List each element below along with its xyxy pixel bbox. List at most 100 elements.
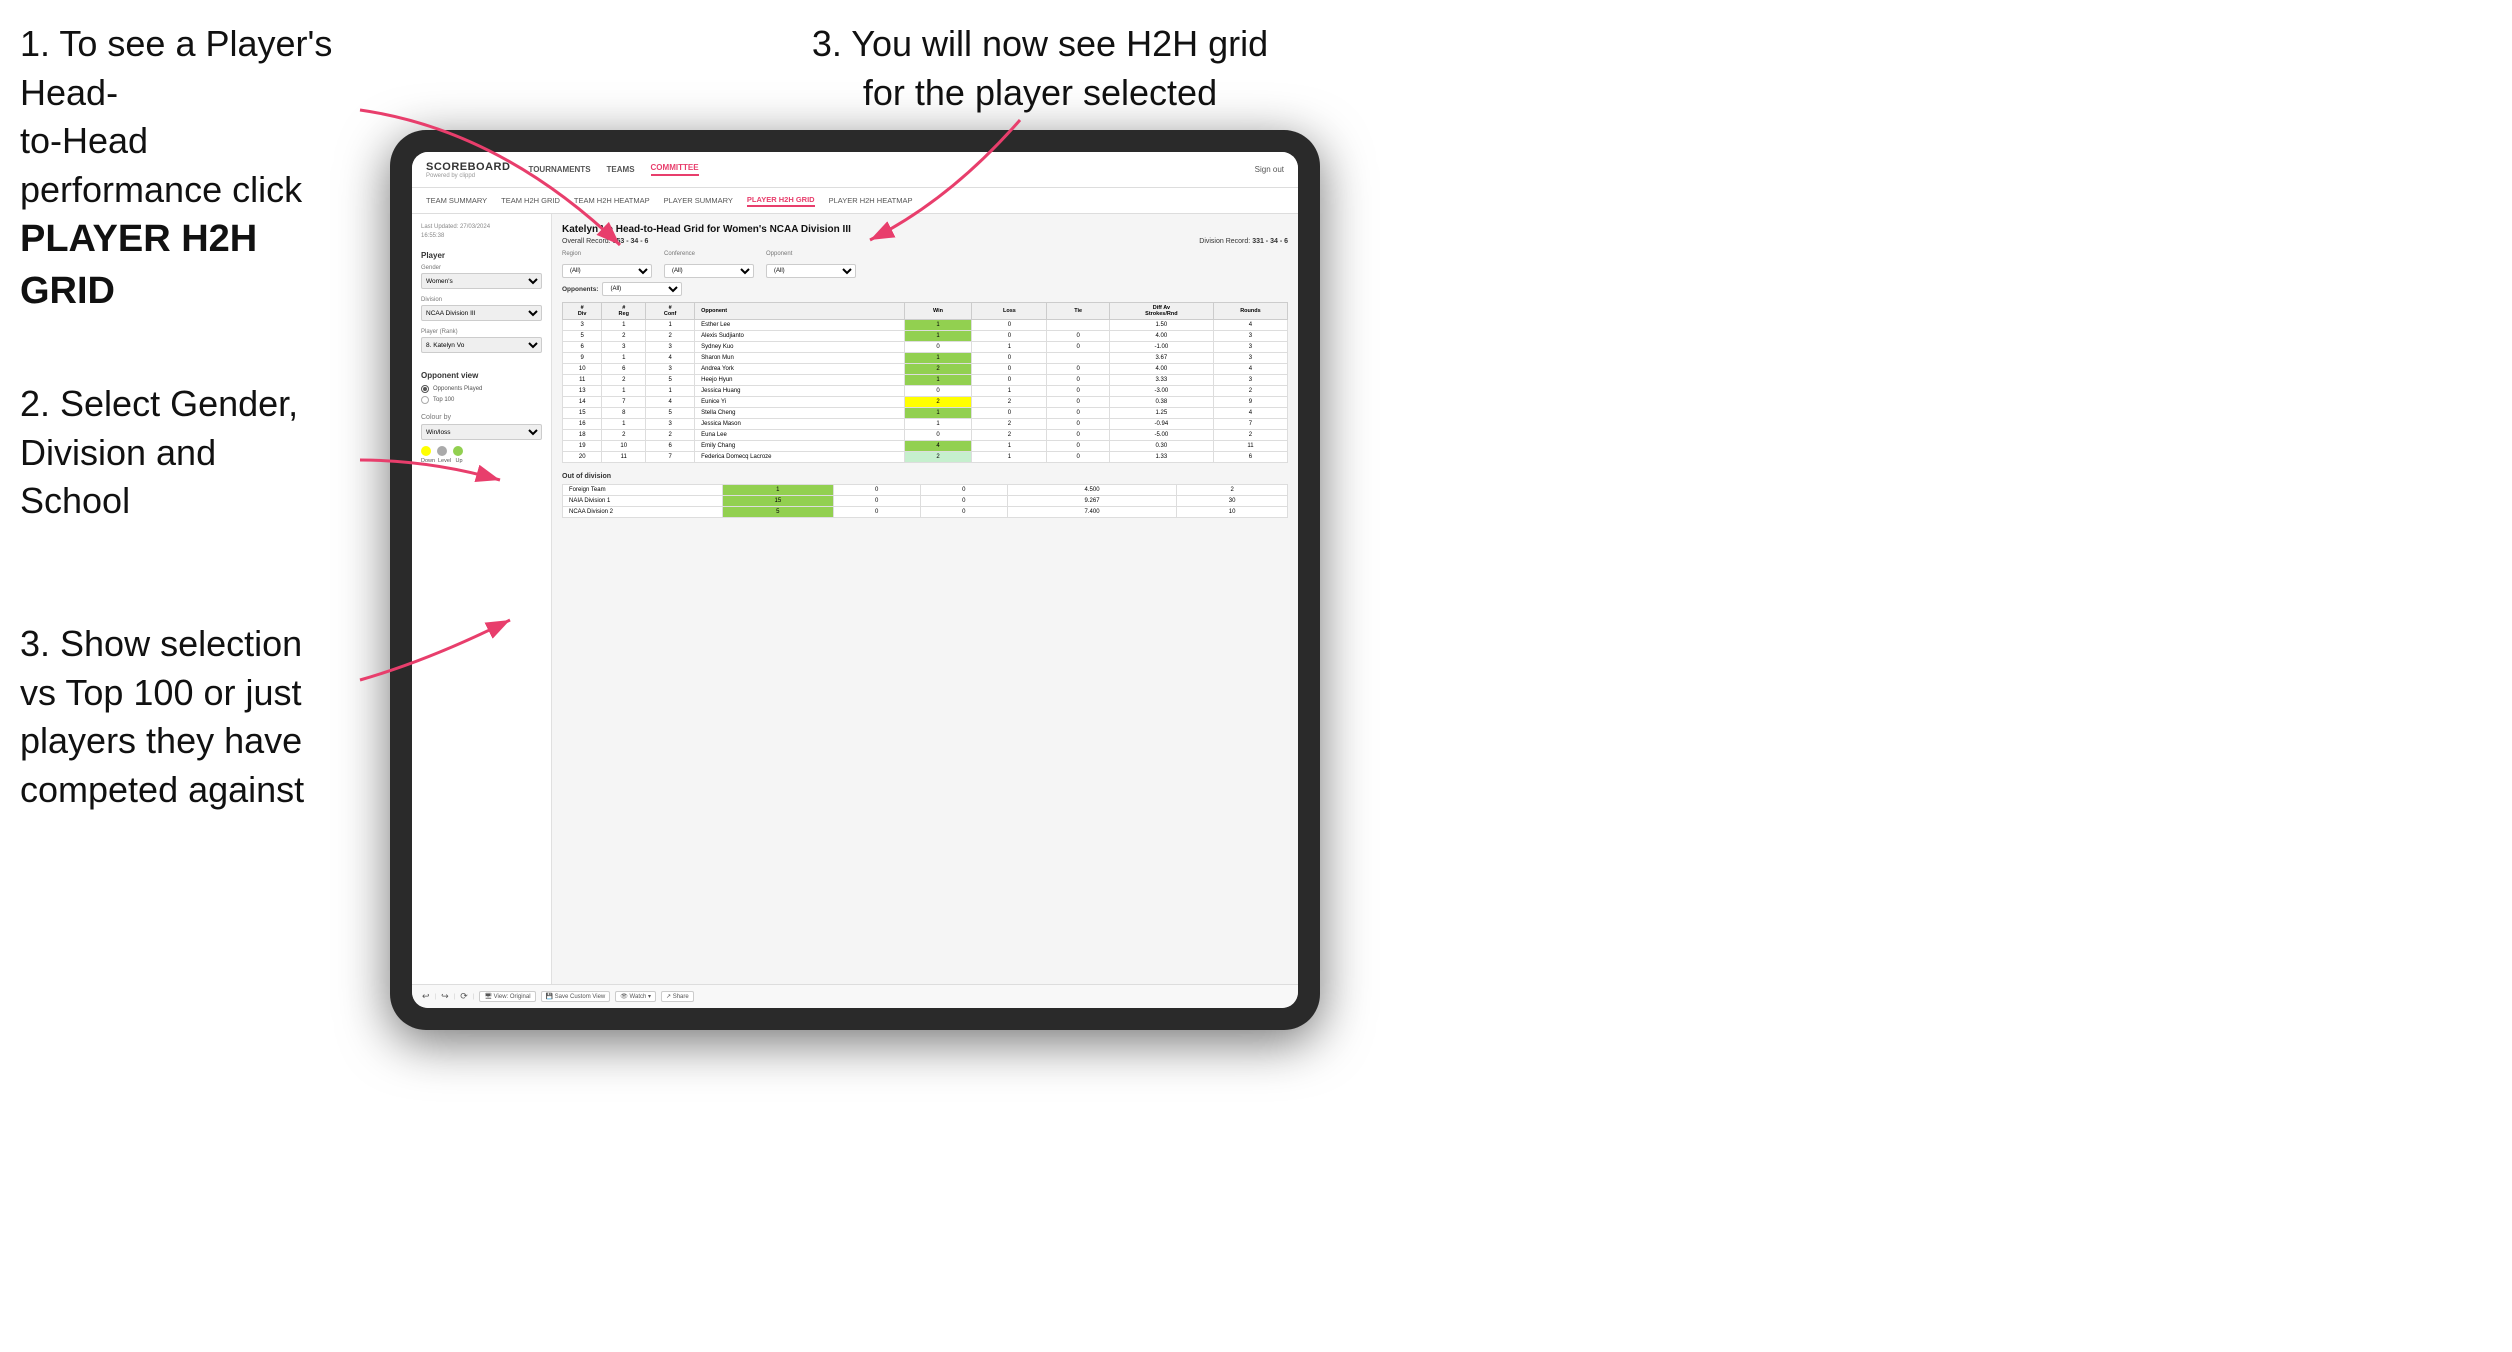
- filter-conference-label: Conference: [664, 251, 754, 257]
- grid-title: Katelyn Vo Head-to-Head Grid for Women's…: [562, 224, 1288, 235]
- th-diff: Diff AvStrokes/Rnd: [1109, 303, 1213, 320]
- nav-tournaments[interactable]: TOURNAMENTS: [528, 165, 590, 174]
- separator3: |: [473, 994, 475, 1000]
- table-row: 13 1 1 Jessica Huang 0 1 0 -3.00 2: [563, 386, 1288, 397]
- player-rank-label: Player (Rank): [421, 329, 542, 335]
- sub-nav-team-h2h-heatmap[interactable]: TEAM H2H HEATMAP: [574, 196, 650, 205]
- filter-opponent-label: Opponent: [766, 251, 856, 257]
- main-panel: Katelyn Vo Head-to-Head Grid for Women's…: [552, 214, 1298, 984]
- content-area: Last Updated: 27/03/202416:55:38 Player …: [412, 214, 1298, 984]
- legend-down-label: Down: [421, 458, 431, 464]
- logo-text: SCOREBOARD: [426, 161, 510, 173]
- table-row: 18 2 2 Euna Lee 0 2 0 -5.00 2: [563, 430, 1288, 441]
- radio-top100[interactable]: Top 100: [421, 396, 542, 404]
- instruction-step3b: 3. Show selection vs Top 100 or just pla…: [20, 620, 340, 814]
- reset-btn[interactable]: ⟳: [460, 991, 468, 1002]
- instruction-step1: 1. To see a Player's Head- to-Head perfo…: [20, 20, 360, 317]
- ood-table: Foreign Team 1 0 0 4.500 2 NAIA Division…: [562, 484, 1288, 518]
- table-row: 16 1 3 Jessica Mason 1 2 0 -0.94 7: [563, 419, 1288, 430]
- main-nav: TOURNAMENTS TEAMS COMMITTEE: [528, 163, 1254, 176]
- legend-level-label: Level: [438, 458, 450, 464]
- sub-nav-player-h2h-heatmap[interactable]: PLAYER H2H HEATMAP: [829, 196, 913, 205]
- table-row: 15 8 5 Stella Cheng 1 0 0 1.25 4: [563, 408, 1288, 419]
- sign-out[interactable]: Sign out: [1255, 165, 1284, 174]
- timestamp: Last Updated: 27/03/202416:55:38: [421, 223, 542, 241]
- radio-opponents-played[interactable]: Opponents Played: [421, 385, 542, 393]
- save-custom-btn[interactable]: 💾 Save Custom View: [541, 991, 611, 1002]
- table-row: 6 3 3 Sydney Kuo 0 1 0 -1.00 3: [563, 342, 1288, 353]
- colour-by-dropdown[interactable]: Win/loss: [421, 424, 542, 440]
- gender-label: Gender: [421, 265, 542, 271]
- table-row: 14 7 4 Eunice Yi 2 2 0 0.38 9: [563, 397, 1288, 408]
- table-row: 9 1 4 Sharon Mun 1 0 3.67 3: [563, 353, 1288, 364]
- sub-nav-player-summary[interactable]: PLAYER SUMMARY: [664, 196, 733, 205]
- opponent-view-section: Opponent view Opponents Played Top 100: [421, 371, 542, 404]
- th-reg: #Reg: [602, 303, 646, 320]
- filter-region-label: Region: [562, 251, 652, 257]
- table-row: 5 2 2 Alexis Sudjianto 1 0 0 4.00 3: [563, 331, 1288, 342]
- table-row: 3 1 1 Esther Lee 1 0 1.50 4: [563, 320, 1288, 331]
- legend-up-label: Up: [454, 458, 464, 464]
- th-tie: Tie: [1047, 303, 1109, 320]
- opponents-label: Opponents:: [562, 286, 598, 293]
- colour-legend: [421, 446, 542, 456]
- redo-btn[interactable]: ↪: [441, 991, 449, 1002]
- division-record: Division Record: 331 - 34 - 6: [1199, 238, 1288, 245]
- th-opponent: Opponent: [695, 303, 904, 320]
- opponents-filter-dropdown[interactable]: (All): [602, 282, 682, 296]
- separator1: |: [435, 994, 437, 1000]
- sub-nav-team-h2h-grid[interactable]: TEAM H2H GRID: [501, 196, 560, 205]
- left-panel: Last Updated: 27/03/202416:55:38 Player …: [412, 214, 552, 984]
- share-btn[interactable]: ↗ Share: [661, 991, 694, 1002]
- filter-opponent-dropdown[interactable]: (All): [766, 264, 856, 278]
- view-original-btn[interactable]: 🖥 View: Original: [479, 991, 535, 1002]
- player-section-title: Player: [421, 251, 542, 260]
- opponent-view-title: Opponent view: [421, 371, 542, 380]
- logo-sub: Powered by clippd: [426, 173, 510, 179]
- table-row: 11 2 5 Heejo Hyun 1 0 0 3.33 3: [563, 375, 1288, 386]
- sub-nav-player-h2h-grid[interactable]: PLAYER H2H GRID: [747, 195, 815, 207]
- filter-row: Region (All) Conference (All): [562, 251, 1288, 278]
- table-row: 20 11 7 Federica Domecq Lacroze 2 1 0 1.…: [563, 452, 1288, 463]
- division-label: Division: [421, 297, 542, 303]
- th-win: Win: [904, 303, 972, 320]
- tablet-device: SCOREBOARD Powered by clippd TOURNAMENTS…: [390, 130, 1320, 1030]
- logo-area: SCOREBOARD Powered by clippd: [426, 161, 510, 179]
- legend-down-dot: [421, 446, 431, 456]
- watch-btn[interactable]: 👁 Watch ▾: [615, 991, 656, 1002]
- nav-committee[interactable]: COMMITTEE: [651, 163, 699, 176]
- gender-dropdown[interactable]: Women's Men's: [421, 273, 542, 289]
- filter-group-region: Region (All): [562, 251, 652, 278]
- filter-region-dropdown[interactable]: (All): [562, 264, 652, 278]
- filter-group-conference: Conference (All): [664, 251, 754, 278]
- radio-opponents-label: Opponents Played: [433, 386, 482, 392]
- legend-level-dot: [437, 446, 447, 456]
- h2h-table: #Div #Reg #Conf Opponent Win Loss Tie Di…: [562, 302, 1288, 463]
- nav-teams[interactable]: TEAMS: [607, 165, 635, 174]
- player-rank-dropdown[interactable]: 8. Katelyn Vo: [421, 337, 542, 353]
- player-section: Player Gender Women's Men's Division NCA…: [421, 251, 542, 361]
- table-row: 19 10 6 Emily Chang 4 1 0 0.30 11: [563, 441, 1288, 452]
- filter-section: Region (All) Conference (All): [562, 251, 1288, 296]
- filter-conference-dropdown[interactable]: (All): [664, 264, 754, 278]
- th-div: #Div: [563, 303, 602, 320]
- sub-nav-team-summary[interactable]: TEAM SUMMARY: [426, 196, 487, 205]
- overall-record: Overall Record: 353 - 34 - 6: [562, 238, 648, 245]
- ood-table-row: Foreign Team 1 0 0 4.500 2: [563, 485, 1288, 496]
- table-row: 10 6 3 Andrea York 2 0 0 4.00 4: [563, 364, 1288, 375]
- tablet-screen: SCOREBOARD Powered by clippd TOURNAMENTS…: [412, 152, 1298, 1008]
- sub-nav: TEAM SUMMARY TEAM H2H GRID TEAM H2H HEAT…: [412, 188, 1298, 214]
- division-dropdown[interactable]: NCAA Division III NCAA Division I NCAA D…: [421, 305, 542, 321]
- th-rounds: Rounds: [1213, 303, 1287, 320]
- colour-by-section: Colour by Win/loss Down Level Up: [421, 414, 542, 464]
- colour-by-title: Colour by: [421, 414, 542, 421]
- filter-group-opponent: Opponent (All): [766, 251, 856, 278]
- out-of-division-label: Out of division: [562, 473, 1288, 480]
- ood-table-row: NAIA Division 1 15 0 0 9.267 30: [563, 496, 1288, 507]
- separator2: |: [454, 994, 456, 1000]
- th-conf: #Conf: [646, 303, 695, 320]
- ood-table-row: NCAA Division 2 5 0 0 7.400 10: [563, 507, 1288, 518]
- app-header: SCOREBOARD Powered by clippd TOURNAMENTS…: [412, 152, 1298, 188]
- legend-up-dot: [453, 446, 463, 456]
- undo-btn[interactable]: ↩: [422, 991, 430, 1002]
